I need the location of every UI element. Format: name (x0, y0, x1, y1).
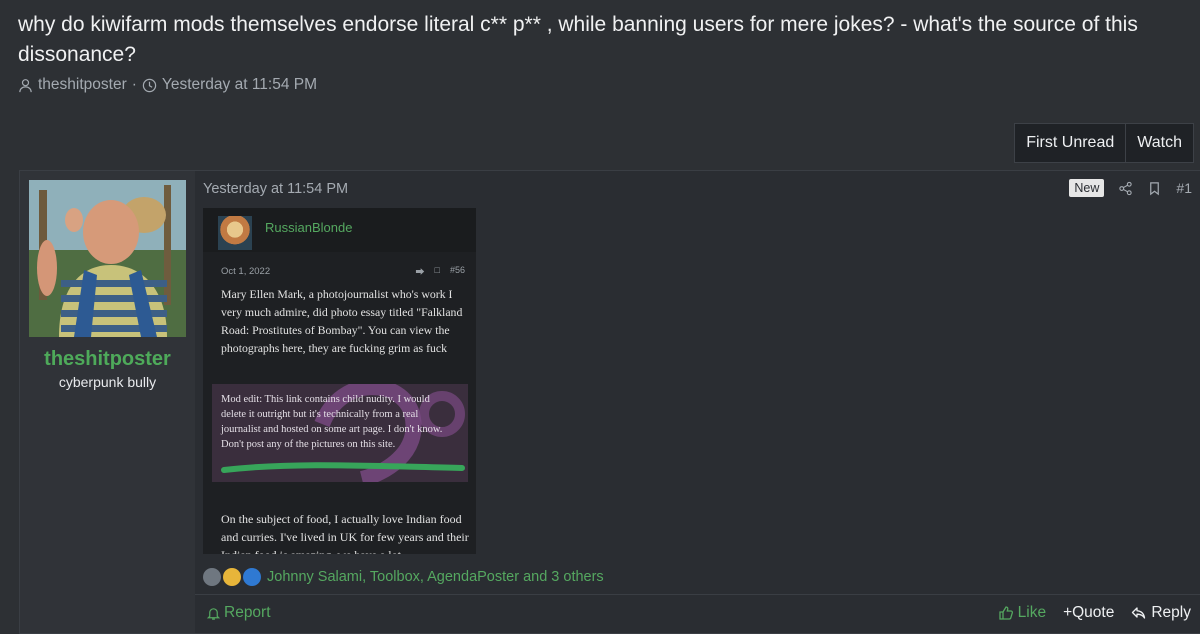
thread-action-buttons: First Unread Watch (1014, 123, 1194, 163)
thread-title: why do kiwifarm mods themselves endorse … (18, 13, 1138, 66)
post-user-panel: theshitposter cyberpunk bully (20, 171, 195, 633)
like-label: Like (1017, 604, 1047, 621)
reply-button[interactable]: Reply (1131, 604, 1191, 622)
embed-username: RussianBlonde (265, 220, 353, 235)
reaction-info-icon (243, 568, 261, 586)
avatar[interactable] (29, 180, 186, 337)
post: theshitposter cyberpunk bully Yesterday … (19, 170, 1200, 634)
post-number[interactable]: #1 (1176, 180, 1192, 196)
embedded-screenshot[interactable]: RussianBlonde Oct 1, 2022 ⮕ □ #56 Mary E… (203, 208, 476, 554)
footer-actions: Like +Quote Reply (998, 604, 1191, 622)
like-button[interactable]: Like (998, 604, 1046, 622)
thread-meta: theshitposter · Yesterday at 11:54 PM (18, 76, 317, 94)
embed-tools: ⮕ □ #56 (416, 265, 465, 278)
quote-button[interactable]: +Quote (1063, 604, 1114, 622)
username[interactable]: theshitposter (20, 348, 195, 371)
reaction-users[interactable]: Johnny Salami, Toolbox, AgendaPoster and… (267, 569, 604, 585)
reactions-bar[interactable]: Johnny Salami, Toolbox, AgendaPoster and… (203, 568, 604, 586)
bookmark-icon[interactable] (1147, 181, 1162, 196)
share-icon[interactable] (1118, 181, 1133, 196)
new-badge: New (1069, 179, 1105, 197)
embed-post-number: #56 (449, 265, 465, 275)
embed-avatar (218, 216, 252, 250)
bell-icon (206, 607, 221, 620)
embed-bottom-text: On the subject of food, I actually love … (221, 512, 469, 554)
thumbs-up-icon (998, 606, 1013, 620)
embed-date: Oct 1, 2022 (221, 266, 271, 277)
thread-time[interactable]: Yesterday at 11:54 PM (162, 76, 317, 94)
embed-mod-edit-text: Mod edit: This link contains child nudit… (221, 394, 443, 450)
user-title: cyberpunk bully (58, 374, 157, 390)
embed-text: Mary Ellen Mark, a photojournalist who's… (221, 287, 463, 355)
user-icon (19, 78, 32, 92)
watch-button[interactable]: Watch (1125, 124, 1193, 162)
post-footer: Report Like +Quote Reply (195, 594, 1200, 633)
reaction-tool-icon (203, 568, 221, 586)
report-button[interactable]: Report (206, 604, 271, 622)
reply-icon (1132, 607, 1146, 619)
embed-share-icon: ⮕ (415, 267, 425, 277)
embed-bookmark-icon: □ (434, 265, 440, 275)
report-label: Report (224, 604, 271, 621)
meta-separator: · (131, 76, 137, 93)
avatar-image (29, 180, 186, 337)
reply-label: Reply (1151, 604, 1191, 621)
post-tools: New #1 (1069, 179, 1192, 197)
first-unread-button[interactable]: First Unread (1015, 124, 1125, 162)
clock-icon (142, 78, 157, 92)
quote-label: +Quote (1063, 604, 1115, 621)
post-date[interactable]: Yesterday at 11:54 PM (203, 181, 348, 197)
post-content: Yesterday at 11:54 PM New #1 RussianBlon… (195, 171, 1200, 633)
reaction-thinking-icon (223, 568, 241, 586)
thread-author-link[interactable]: theshitposter (38, 76, 127, 94)
embed-mod-edit-box: Mod edit: This link contains child nudit… (212, 384, 468, 482)
